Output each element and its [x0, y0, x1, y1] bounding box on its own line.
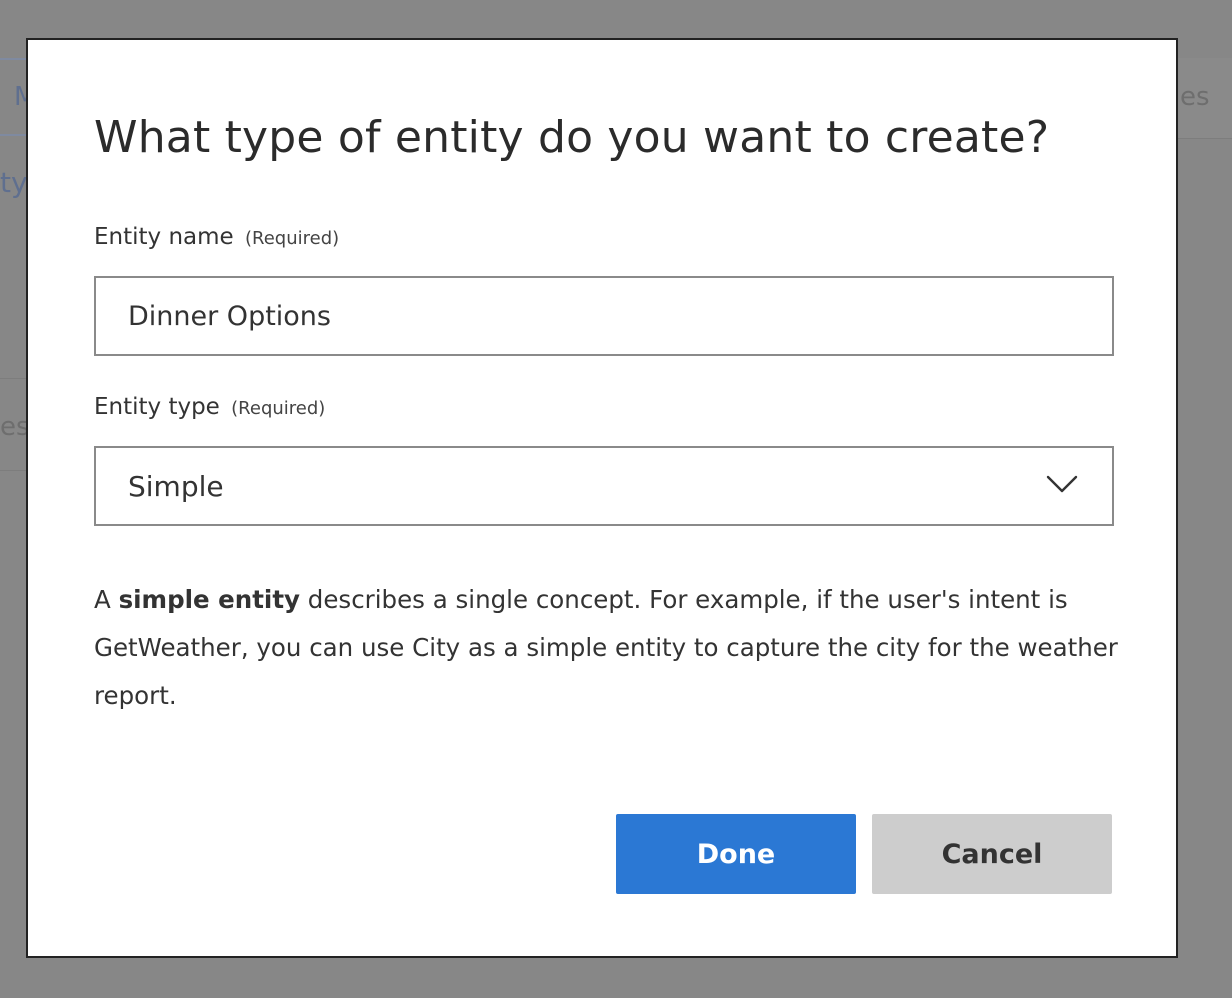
done-button[interactable]: Done [616, 814, 856, 894]
background-divider [0, 378, 26, 379]
entity-type-selected-value: Simple [128, 470, 224, 503]
background-divider [1178, 138, 1232, 139]
required-indicator: (Required) [231, 398, 326, 419]
entity-type-dropdown[interactable]: Simple [94, 446, 1114, 526]
entity-type-label: Entity type (Required) [94, 394, 325, 420]
cancel-button[interactable]: Cancel [872, 814, 1112, 894]
required-indicator: (Required) [245, 228, 340, 249]
background-text: es [1180, 82, 1210, 112]
dialog-title: What type of entity do you want to creat… [94, 112, 1050, 163]
chevron-down-icon [1046, 475, 1078, 493]
entity-type-description: A simple entity describes a single conce… [94, 576, 1124, 720]
entity-name-label: Entity name (Required) [94, 224, 339, 250]
create-entity-dialog: What type of entity do you want to creat… [26, 38, 1178, 958]
entity-name-label-text: Entity name [94, 224, 234, 250]
entity-type-label-text: Entity type [94, 394, 220, 420]
description-emphasis: simple entity [118, 585, 301, 614]
background-text: ty [0, 166, 28, 199]
entity-name-input[interactable] [94, 276, 1114, 356]
description-prefix: A [94, 585, 119, 614]
background-divider [0, 470, 26, 471]
